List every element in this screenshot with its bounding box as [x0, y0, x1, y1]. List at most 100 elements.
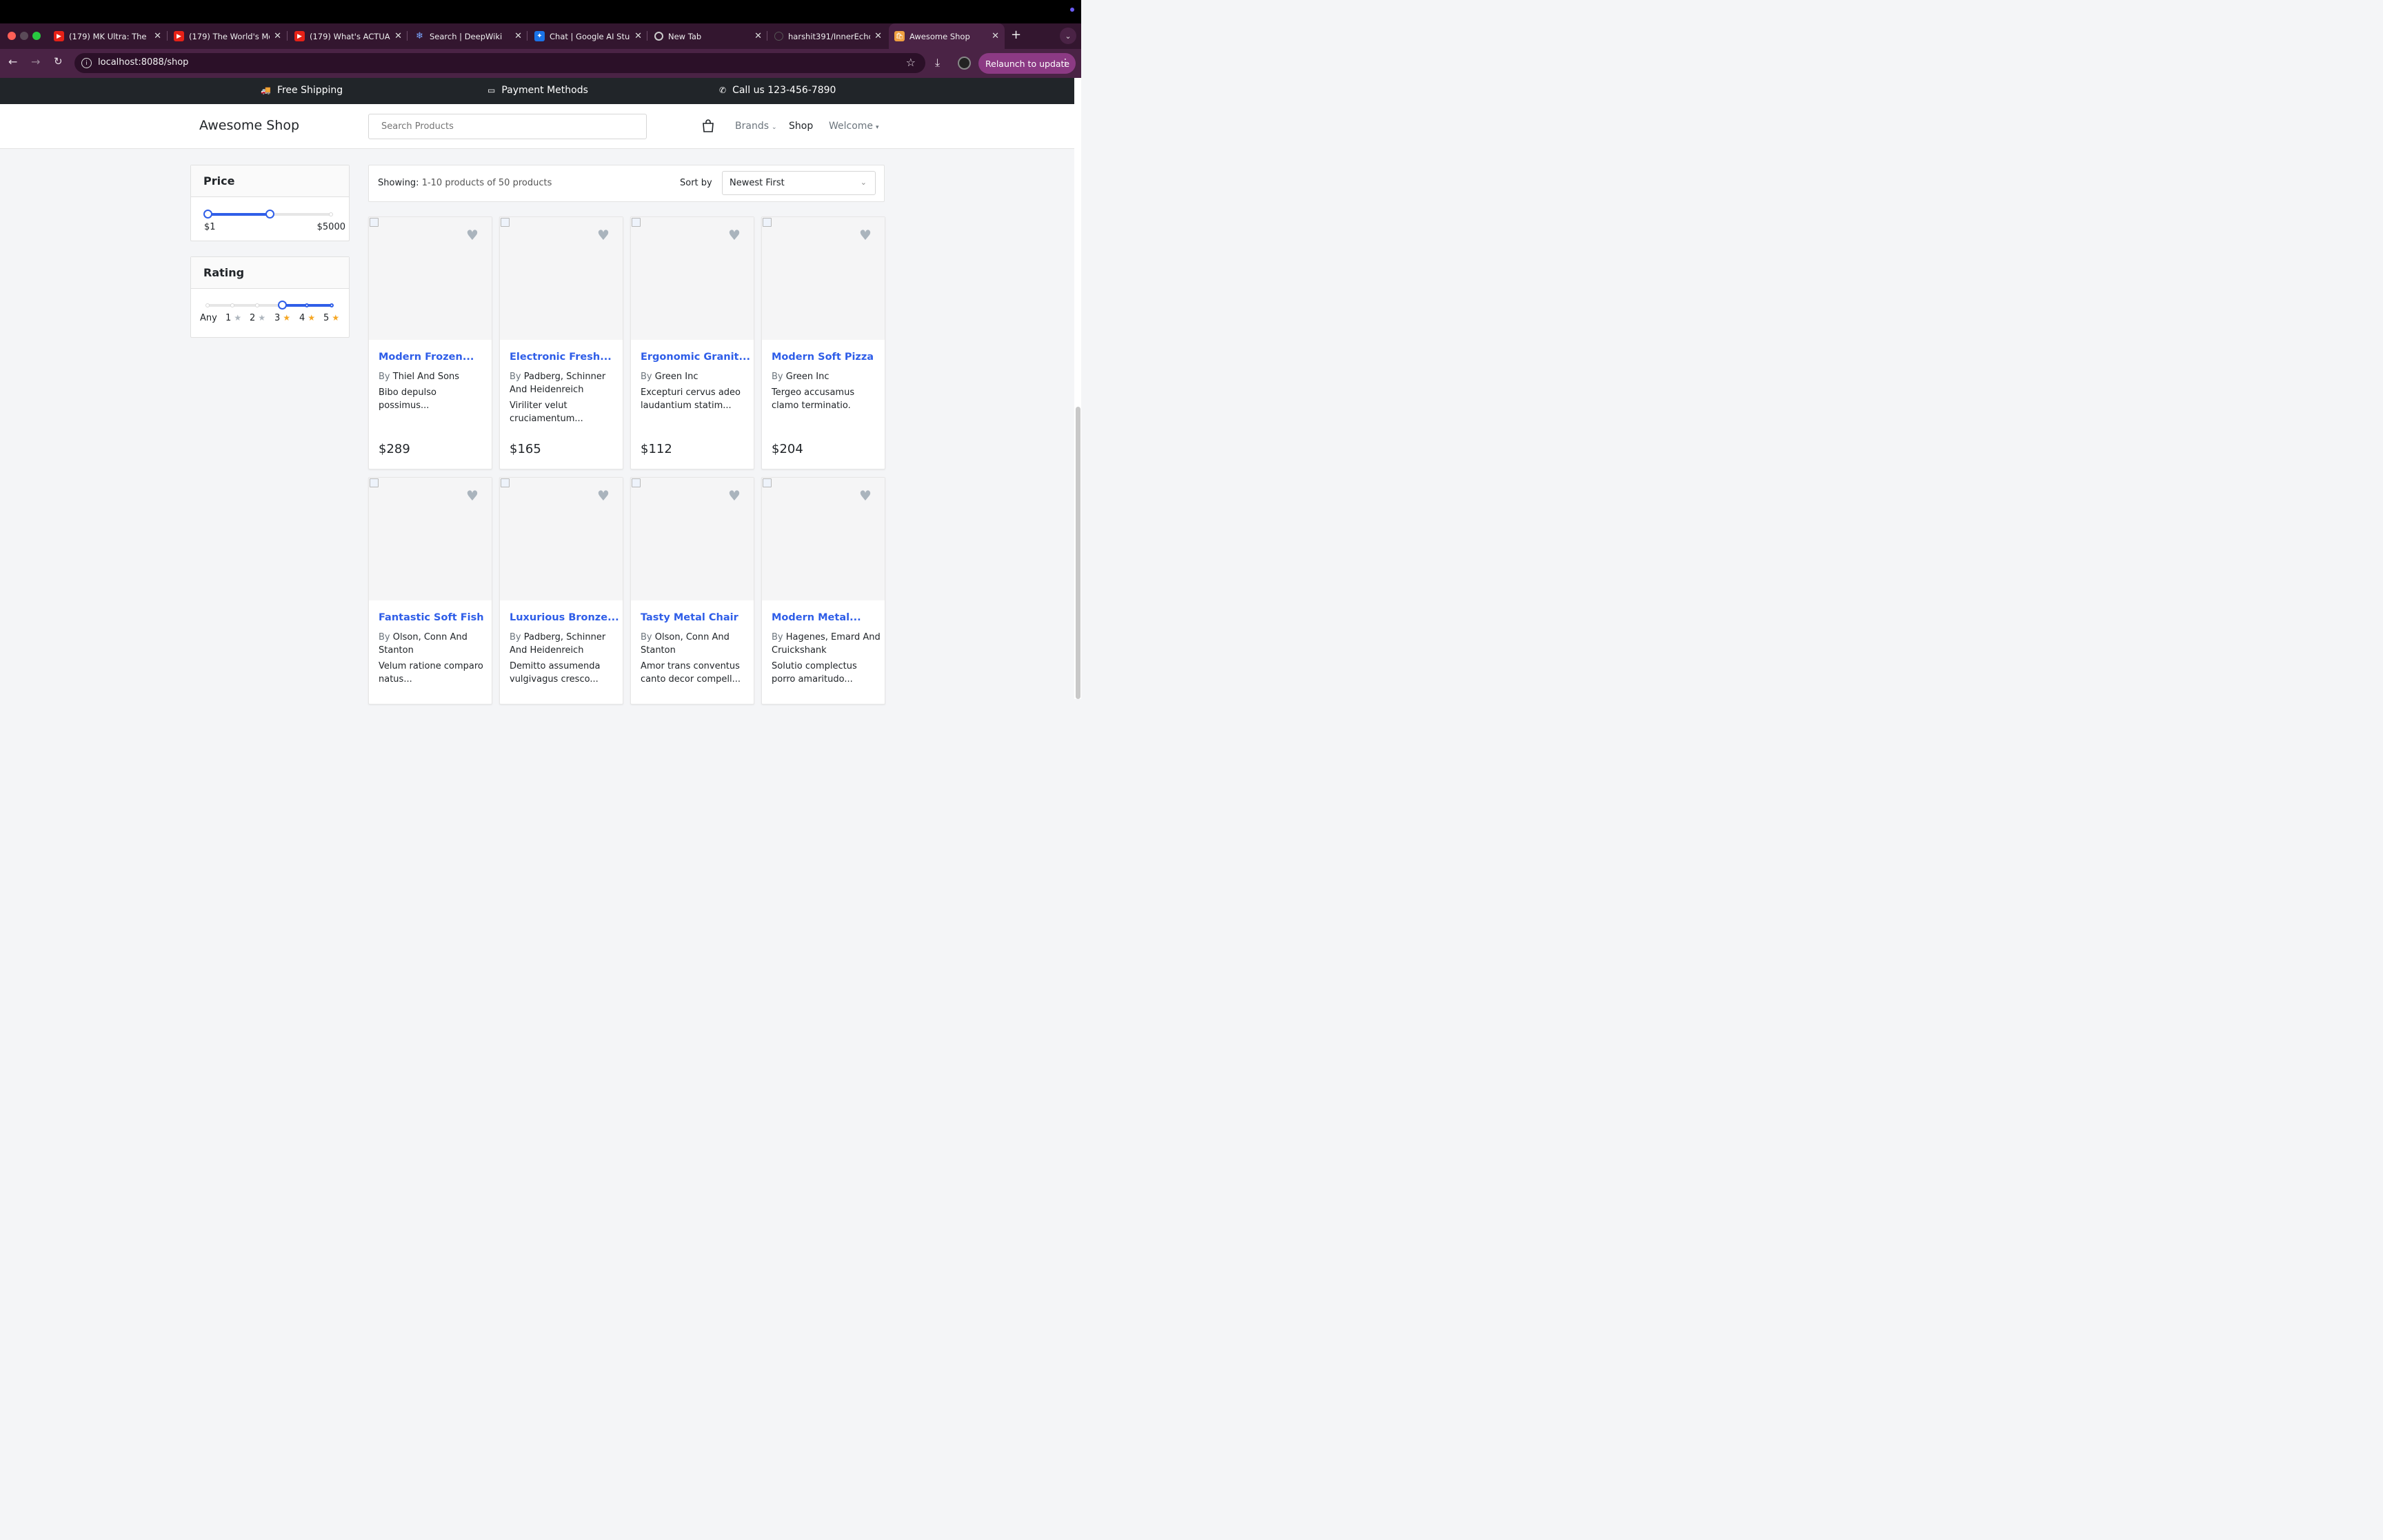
- bookmark-star-icon[interactable]: ☆: [906, 56, 916, 69]
- rating-any-label[interactable]: Any: [200, 313, 217, 323]
- rating-tick[interactable]: [205, 303, 210, 307]
- browser-tab[interactable]: harshit391/InnerEcho ✕: [774, 23, 882, 49]
- product-card[interactable]: ♥ Fantastic Soft Fish By Olson, Conn And…: [368, 477, 492, 705]
- back-arrow-icon[interactable]: ←: [8, 55, 17, 68]
- credit-card-icon: ▭: [487, 85, 496, 95]
- youtube-icon: ▶: [174, 31, 184, 41]
- product-card[interactable]: ♥ Tasty Metal Chair By Olson, Conn And S…: [630, 477, 754, 705]
- product-card[interactable]: ♥ Luxurious Bronze... By Padberg, Schinn…: [499, 477, 623, 705]
- tab-search-button[interactable]: ⌄: [1060, 28, 1076, 44]
- browser-tab[interactable]: ▶ (179) The World's Mo ✕: [174, 23, 281, 49]
- rating-tick[interactable]: [255, 303, 259, 307]
- heart-icon[interactable]: ♥: [859, 487, 872, 504]
- close-tab-icon[interactable]: ✕: [874, 31, 882, 41]
- close-tab-icon[interactable]: ✕: [274, 31, 281, 41]
- new-tab-button[interactable]: +: [1011, 28, 1021, 42]
- rating-tick[interactable]: [330, 303, 334, 307]
- url-text[interactable]: localhost:8088/shop: [98, 57, 188, 68]
- rating-4-label[interactable]: 4 ★: [299, 313, 315, 323]
- tab-title: New Tab: [668, 31, 702, 41]
- zoom-window-button[interactable]: [32, 32, 41, 40]
- nav-brands-dropdown[interactable]: Brands ⌄: [735, 121, 777, 132]
- by-label: By: [379, 632, 390, 642]
- heart-icon[interactable]: ♥: [728, 227, 741, 243]
- product-image[interactable]: ♥: [500, 217, 623, 340]
- product-card[interactable]: ♥ Modern Frozen... By Thiel And Sons Bib…: [368, 216, 492, 469]
- product-title[interactable]: Modern Metal...: [772, 612, 882, 623]
- close-window-button[interactable]: [8, 32, 16, 40]
- price-min-handle[interactable]: [203, 210, 212, 219]
- site-info-icon[interactable]: i: [81, 58, 92, 68]
- close-tab-icon[interactable]: ✕: [154, 31, 161, 41]
- page-scrollbar-thumb[interactable]: [1076, 407, 1080, 699]
- tab-title: (179) MK Ultra: The M: [69, 31, 150, 41]
- browser-tab[interactable]: ❄ Search | DeepWiki ✕: [414, 23, 522, 49]
- close-tab-icon[interactable]: ✕: [514, 31, 522, 41]
- product-image[interactable]: ♥: [500, 478, 623, 600]
- forward-arrow-icon[interactable]: →: [31, 55, 40, 68]
- product-description: Tergeo accusamus clamo terminatio.: [772, 387, 855, 411]
- product-title[interactable]: Modern Frozen...: [379, 352, 489, 363]
- nav-welcome-dropdown[interactable]: Welcome ▾: [829, 121, 879, 132]
- product-image[interactable]: ♥: [631, 217, 754, 340]
- heart-icon[interactable]: ♥: [466, 227, 479, 243]
- heart-icon[interactable]: ♥: [597, 487, 610, 504]
- product-image[interactable]: ♥: [369, 478, 492, 600]
- product-title[interactable]: Fantastic Soft Fish: [379, 612, 489, 623]
- nav-shop-link[interactable]: Shop: [789, 121, 813, 132]
- product-title[interactable]: Electronic Fresh...: [510, 352, 620, 363]
- rating-5-label[interactable]: 5 ★: [323, 313, 339, 323]
- price-max-handle[interactable]: [265, 210, 274, 219]
- download-icon[interactable]: ⤓: [935, 56, 940, 70]
- heart-icon[interactable]: ♥: [859, 227, 872, 243]
- close-tab-icon[interactable]: ✕: [634, 31, 642, 41]
- product-image[interactable]: ♥: [762, 217, 885, 340]
- close-tab-icon[interactable]: ✕: [394, 31, 402, 41]
- tab-separator: [287, 31, 288, 41]
- more-menu-icon[interactable]: ⋮: [1060, 57, 1070, 68]
- product-image[interactable]: ♥: [631, 478, 754, 600]
- sort-select[interactable]: Newest First ⌄: [722, 171, 876, 195]
- product-title[interactable]: Tasty Metal Chair: [641, 612, 751, 623]
- reload-icon[interactable]: ↻: [54, 55, 63, 68]
- product-title[interactable]: Ergonomic Granit...: [641, 352, 751, 363]
- rating-tick[interactable]: [230, 303, 234, 307]
- close-tab-icon[interactable]: ✕: [754, 31, 762, 41]
- product-title[interactable]: Modern Soft Pizza: [772, 352, 882, 363]
- product-card[interactable]: ♥ Ergonomic Granit... By Green Inc Excep…: [630, 216, 754, 469]
- product-card[interactable]: ♥ Electronic Fresh... By Padberg, Schinn…: [499, 216, 623, 469]
- product-title[interactable]: Luxurious Bronze...: [510, 612, 620, 623]
- browser-tab[interactable]: ✦ Chat | Google AI Stud ✕: [534, 23, 642, 49]
- browser-tab[interactable]: ▶ (179) What's ACTUAL ✕: [294, 23, 402, 49]
- promo-bar: 🚚 Free Shipping ▭ Payment Methods ✆ Call…: [0, 78, 1074, 104]
- product-brand: By Olson, Conn And Stanton: [379, 631, 489, 657]
- product-image[interactable]: ♥: [369, 217, 492, 340]
- product-card[interactable]: ♥ Modern Metal... By Hagenes, Emard And …: [761, 477, 885, 705]
- rating-min-handle[interactable]: [278, 301, 287, 310]
- rating-2-label[interactable]: 2 ★: [250, 313, 265, 323]
- rating-tick[interactable]: [305, 303, 309, 307]
- browser-tab-active[interactable]: 🛍 Awesome Shop ✕: [889, 23, 1005, 49]
- rating-3-label[interactable]: 3 ★: [274, 313, 290, 323]
- heart-icon[interactable]: ♥: [728, 487, 741, 504]
- heart-icon[interactable]: ♥: [466, 487, 479, 504]
- browser-tab[interactable]: ▶ (179) MK Ultra: The M ✕: [54, 23, 161, 49]
- tab-separator: [167, 31, 168, 41]
- site-logo[interactable]: Awesome Shop: [199, 118, 299, 133]
- browser-tab[interactable]: New Tab ✕: [654, 23, 762, 49]
- search-input[interactable]: [368, 114, 647, 139]
- chrome-icon: [654, 32, 663, 41]
- product-image[interactable]: ♥: [762, 478, 885, 600]
- relaunch-button[interactable]: Relaunch to update ⋮: [978, 53, 1076, 74]
- broken-image-icon: [370, 478, 379, 487]
- address-bar[interactable]: i localhost:8088/shop ☆: [74, 53, 925, 73]
- shopping-bag-icon[interactable]: [702, 119, 714, 132]
- product-card[interactable]: ♥ Modern Soft Pizza By Green Inc Tergeo …: [761, 216, 885, 469]
- minimize-window-button[interactable]: [20, 32, 28, 40]
- heart-icon[interactable]: ♥: [597, 227, 610, 243]
- product-brand: By Padberg, Schinner And Heidenreich: [510, 631, 620, 657]
- price-slider-end-mark: [329, 212, 333, 216]
- close-tab-icon[interactable]: ✕: [992, 31, 999, 41]
- profile-avatar[interactable]: [958, 57, 971, 70]
- rating-1-label[interactable]: 1 ★: [225, 313, 241, 323]
